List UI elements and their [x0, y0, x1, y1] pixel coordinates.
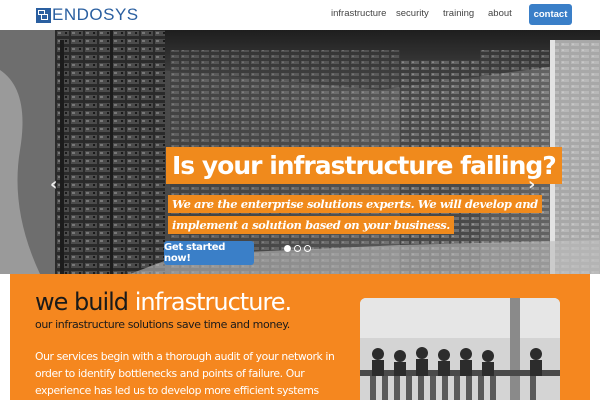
chevron-left-icon[interactable]: ‹: [50, 174, 57, 195]
nav-item-about[interactable]: about: [488, 8, 512, 19]
section-heading-light: infrastructure.: [134, 288, 292, 316]
logo[interactable]: ENDOSYS: [36, 5, 139, 24]
hero-carousel: Is your infrastructure failing? We are t…: [0, 30, 600, 274]
section-tagline: our infrastructure solutions save time a…: [35, 318, 290, 331]
carousel-dot-3[interactable]: [304, 245, 311, 252]
workers-photo-image: [360, 298, 560, 400]
hero-subtext-line2: implement a solution based on your busin…: [168, 216, 454, 234]
section-body-text: Our services begin with a thorough audit…: [35, 350, 335, 397]
section-heading-dark: we build: [35, 288, 129, 316]
hero-headline: Is your infrastructure failing?: [166, 147, 562, 184]
logo-text: ENDOSYS: [52, 5, 139, 24]
carousel-indicators: [284, 245, 311, 252]
get-started-button[interactable]: Get started now!: [164, 241, 254, 265]
carousel-dot-2[interactable]: [294, 245, 301, 252]
carousel-dot-1[interactable]: [284, 245, 291, 252]
chevron-right-icon[interactable]: ›: [528, 174, 535, 195]
hero-subtext-line1: We are the enterprise solutions experts.…: [168, 195, 542, 213]
site-header: ENDOSYS infrastructure security training…: [0, 0, 600, 30]
nav-item-training[interactable]: training: [443, 8, 474, 19]
section-heading: we build infrastructure.: [35, 288, 292, 316]
nav-item-infrastructure[interactable]: infrastructure: [331, 8, 386, 19]
logo-mark-icon: [36, 7, 51, 23]
contact-button[interactable]: contact: [529, 4, 572, 25]
nav-item-security[interactable]: security: [396, 8, 429, 19]
workers-photo: [360, 298, 560, 400]
